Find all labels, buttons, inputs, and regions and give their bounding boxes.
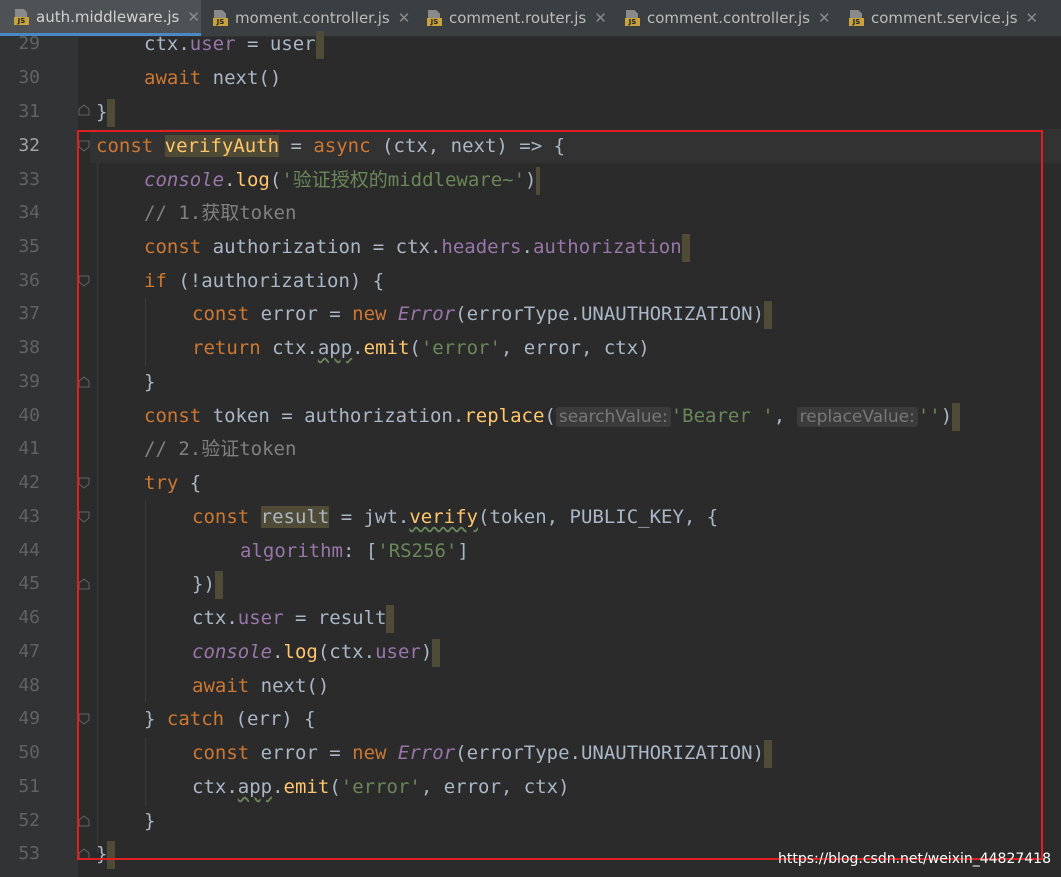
line-number: 53	[18, 843, 40, 864]
code-editor[interactable]: ctx.user = user await next() } const ver…	[90, 30, 1061, 877]
line-number: 38	[18, 337, 40, 358]
js-file-icon: JS	[427, 10, 443, 26]
code-line-49: } catch (err) {	[144, 708, 316, 730]
tab-label: comment.controller.js	[647, 9, 810, 27]
line-number: 46	[18, 607, 40, 628]
tab-label: moment.controller.js	[235, 9, 390, 27]
fold-end-icon[interactable]	[78, 815, 90, 827]
fold-end-icon[interactable]	[78, 848, 90, 860]
js-file-icon: JS	[849, 10, 865, 26]
line-number: 40	[18, 405, 40, 426]
js-file-icon: JS	[625, 10, 641, 26]
line-number: 50	[18, 742, 40, 763]
code-line-33: console.log('验证授权的middleware~')	[96, 163, 541, 197]
code-line-29: ctx.user = user	[96, 27, 324, 61]
code-line-35: const authorization = ctx.headers.author…	[96, 230, 690, 264]
parameter-hint: replaceValue:	[796, 407, 918, 427]
line-number: 44	[18, 540, 40, 561]
code-line-42: try {	[144, 472, 202, 494]
line-number: 51	[18, 776, 40, 797]
close-icon[interactable]: ✕	[594, 9, 607, 27]
line-number-gutter: 29 30 31 32 33 34 35 36 37 38 39 40 41 4…	[0, 33, 90, 877]
fold-start-icon[interactable]	[78, 275, 90, 287]
code-line-51: ctx.app.emit('error', error, ctx)	[192, 776, 570, 798]
tab-label: comment.service.js	[871, 9, 1018, 27]
line-number: 41	[18, 438, 40, 459]
fold-end-icon[interactable]	[78, 578, 90, 590]
tab-label: auth.middleware.js	[36, 7, 180, 26]
line-number: 42	[18, 472, 40, 493]
code-line-41: // 2.验证token	[144, 438, 297, 460]
close-icon[interactable]: ✕	[1026, 9, 1039, 27]
code-line-37: const error = new Error(errorType.UNAUTH…	[96, 297, 773, 331]
js-file-icon: JS	[14, 8, 30, 25]
fold-end-icon[interactable]	[78, 376, 90, 388]
code-line-48: await next()	[192, 675, 330, 697]
line-number: 49	[18, 708, 40, 729]
code-line-40: const token = authorization.replace(sear…	[96, 399, 961, 433]
line-number: 34	[18, 202, 40, 223]
code-line-45: })	[96, 567, 223, 601]
line-number: 43	[18, 506, 40, 527]
line-number: 37	[18, 303, 40, 324]
code-line-31: }	[96, 95, 116, 129]
code-line-43: const result = jwt.verify(token, PUBLIC_…	[192, 506, 719, 528]
code-line-46: ctx.user = result	[96, 601, 395, 635]
line-number: 33	[18, 169, 40, 190]
code-line-53: }	[96, 837, 116, 871]
code-line-30: await next()	[144, 67, 282, 89]
fold-end-icon[interactable]	[78, 104, 90, 116]
line-number: 30	[18, 67, 40, 88]
line-number: 31	[18, 101, 40, 122]
code-line-38: return ctx.app.emit('error', error, ctx)	[192, 337, 650, 359]
code-line-32: const verifyAuth = async (ctx, next) => …	[96, 135, 566, 157]
code-line-34: // 1.获取token	[144, 202, 297, 224]
line-number: 39	[18, 371, 40, 392]
close-icon[interactable]: ✕	[398, 9, 411, 27]
fold-start-icon[interactable]	[78, 477, 90, 489]
parameter-hint: searchValue:	[555, 407, 671, 427]
tab-label: comment.router.js	[449, 9, 587, 27]
tab-comment-router[interactable]: JS comment.router.js ✕	[417, 0, 613, 36]
close-icon[interactable]: ✕	[187, 8, 200, 26]
line-number: 47	[18, 641, 40, 662]
line-number: 29	[18, 33, 40, 54]
line-number: 35	[18, 236, 40, 257]
code-line-50: const error = new Error(errorType.UNAUTH…	[96, 736, 773, 770]
tab-comment-controller[interactable]: JS comment.controller.js ✕	[615, 0, 837, 36]
tab-comment-service[interactable]: JS comment.service.js ✕	[839, 0, 1061, 36]
line-number: 52	[18, 810, 40, 831]
close-icon[interactable]: ✕	[818, 9, 831, 27]
watermark: https://blog.csdn.net/weixin_44827418	[777, 851, 1051, 867]
line-number: 36	[18, 270, 40, 291]
code-line-52: }	[144, 810, 156, 832]
fold-start-icon[interactable]	[78, 713, 90, 725]
code-line-36: if (!authorization) {	[144, 270, 385, 292]
line-number: 32	[18, 135, 40, 156]
fold-start-icon[interactable]	[78, 511, 90, 523]
code-line-44: algorithm: ['RS256']	[240, 540, 469, 562]
line-number: 48	[18, 675, 40, 696]
fold-start-icon[interactable]	[78, 140, 90, 152]
code-line-39: }	[144, 371, 156, 393]
js-file-icon: JS	[213, 10, 229, 26]
code-line-47: console.log(ctx.user)	[96, 635, 441, 669]
line-number: 45	[18, 573, 40, 594]
